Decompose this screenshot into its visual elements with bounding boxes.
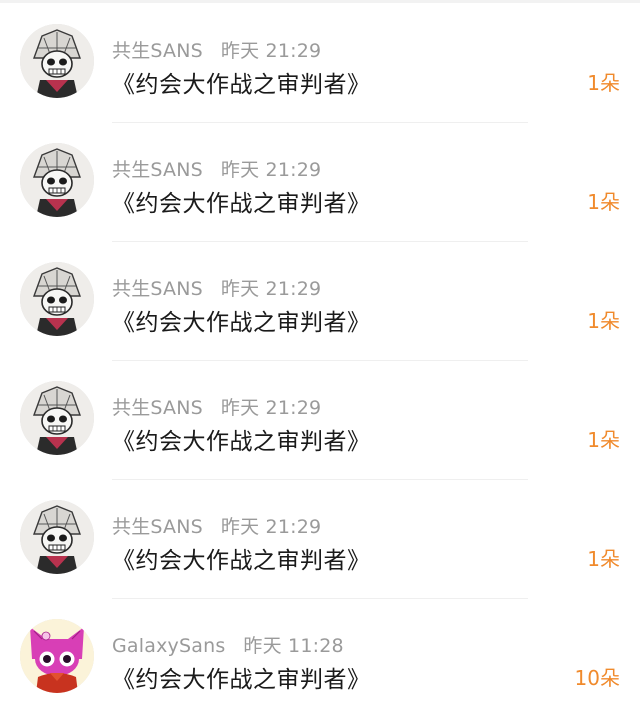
sketch-skull-avatar[interactable]	[20, 500, 94, 574]
username[interactable]: 共生SANS	[112, 278, 203, 300]
timestamp: 昨天 21:29	[220, 159, 322, 181]
username[interactable]: 共生SANS	[112, 159, 203, 181]
item-meta: GalaxySans 昨天 11:28	[112, 631, 344, 658]
item-title[interactable]: 《约会大作战之审判者》	[112, 541, 371, 575]
item-title[interactable]: 《约会大作战之审判者》	[112, 184, 371, 218]
flower-count: 1朵	[587, 428, 620, 452]
username[interactable]: GalaxySans	[112, 635, 225, 657]
item-title[interactable]: 《约会大作战之审判者》	[112, 422, 371, 456]
timestamp: 昨天 21:29	[220, 40, 322, 62]
sketch-skull-avatar[interactable]	[20, 381, 94, 455]
list-item[interactable]: 共生SANS 昨天 21:29 《约会大作战之审判者》 1朵	[0, 479, 640, 599]
item-title[interactable]: 《约会大作战之审判者》	[112, 660, 371, 694]
gift-record-list: 共生SANS 昨天 21:29 《约会大作战之审判者》 1朵 共生SANS 昨天 2…	[0, 0, 640, 714]
list-item[interactable]: GalaxySans 昨天 11:28 《约会大作战之审判者》 10朵	[0, 598, 640, 714]
item-meta: 共生SANS 昨天 21:29	[112, 512, 321, 539]
timestamp: 昨天 21:29	[220, 278, 322, 300]
flower-count: 1朵	[587, 190, 620, 214]
item-title[interactable]: 《约会大作战之审判者》	[112, 303, 371, 337]
username[interactable]: 共生SANS	[112, 397, 203, 419]
list-item[interactable]: 共生SANS 昨天 21:29 《约会大作战之审判者》 1朵	[0, 3, 640, 123]
flower-count: 10朵	[574, 666, 620, 690]
sketch-skull-avatar[interactable]	[20, 143, 94, 217]
timestamp: 昨天 21:29	[220, 516, 322, 538]
timestamp: 昨天 21:29	[220, 397, 322, 419]
pink-cat-skull-avatar[interactable]	[20, 619, 94, 693]
item-meta: 共生SANS 昨天 21:29	[112, 274, 321, 301]
list-item[interactable]: 共生SANS 昨天 21:29 《约会大作战之审判者》 1朵	[0, 360, 640, 480]
list-item[interactable]: 共生SANS 昨天 21:29 《约会大作战之审判者》 1朵	[0, 241, 640, 361]
item-title[interactable]: 《约会大作战之审判者》	[112, 65, 371, 99]
timestamp: 昨天 11:28	[243, 635, 344, 657]
list-item[interactable]: 共生SANS 昨天 21:29 《约会大作战之审判者》 1朵	[0, 122, 640, 242]
username[interactable]: 共生SANS	[112, 516, 203, 538]
item-meta: 共生SANS 昨天 21:29	[112, 155, 321, 182]
item-meta: 共生SANS 昨天 21:29	[112, 393, 321, 420]
sketch-skull-avatar[interactable]	[20, 262, 94, 336]
sketch-skull-avatar[interactable]	[20, 24, 94, 98]
flower-count: 1朵	[587, 71, 620, 95]
flower-count: 1朵	[587, 309, 620, 333]
username[interactable]: 共生SANS	[112, 40, 203, 62]
flower-count: 1朵	[587, 547, 620, 571]
item-meta: 共生SANS 昨天 21:29	[112, 36, 321, 63]
